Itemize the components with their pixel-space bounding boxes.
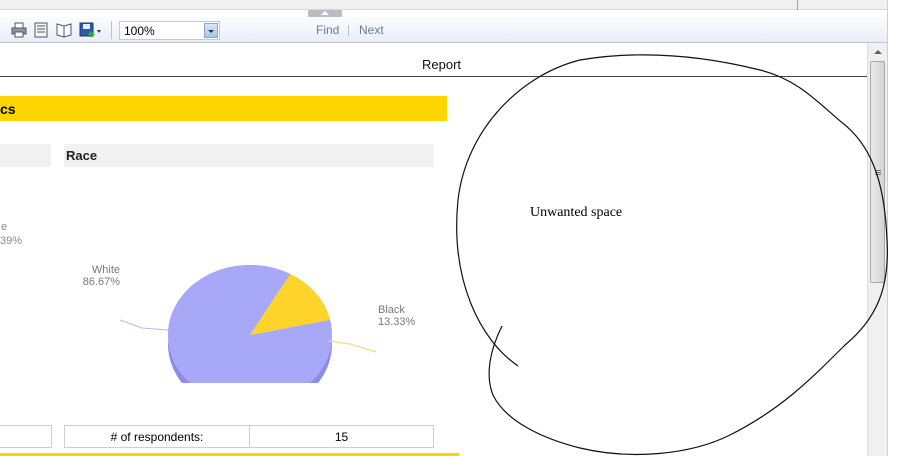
zoom-select[interactable]: 100% xyxy=(119,21,220,40)
pie-label-white: White 86.67% xyxy=(82,264,120,288)
pie-label-white-name: White xyxy=(91,264,120,276)
collapse-grip[interactable] xyxy=(308,10,342,17)
toolbar-separator xyxy=(111,21,112,39)
left-table-cell xyxy=(0,425,52,448)
top-strip-divider xyxy=(797,0,798,10)
find-separator xyxy=(348,25,349,36)
title-rule xyxy=(0,76,867,77)
chevron-up-icon xyxy=(321,11,329,15)
left-column-header xyxy=(0,144,51,167)
section-title: cs xyxy=(0,101,16,117)
printer-icon[interactable] xyxy=(11,22,27,38)
report-title: Report xyxy=(421,57,462,72)
race-header-label: Race xyxy=(66,148,98,163)
annotation-text: Unwanted space xyxy=(530,205,623,220)
left-chart-partial-label: e xyxy=(1,221,8,233)
top-strip xyxy=(0,0,887,10)
thumb-grip-icon xyxy=(875,170,881,171)
race-column-header: Race xyxy=(64,144,434,167)
scroll-up-arrow-icon[interactable] xyxy=(868,43,887,60)
leader-line-white xyxy=(119,319,169,331)
pie-label-black-value: 13.33% xyxy=(378,316,416,328)
window-edge xyxy=(887,0,907,456)
zoom-value: 100% xyxy=(124,24,155,38)
report-toolbar: 100% Find Next xyxy=(0,17,887,43)
pie-label-black-name: Black xyxy=(378,304,405,316)
page-setup-icon[interactable] xyxy=(55,22,73,38)
respondents-value: 15 xyxy=(334,430,349,444)
find-link[interactable]: Find xyxy=(316,23,339,37)
report-viewer: Report cs Race e 39% White 86.67% Black … xyxy=(0,43,867,456)
respondents-row: # of respondents: 15 xyxy=(64,425,434,448)
race-pie-chart xyxy=(119,265,377,383)
page-layout-icon[interactable] xyxy=(33,22,49,38)
export-save-icon[interactable] xyxy=(79,22,103,38)
dropdown-arrow-icon[interactable] xyxy=(204,23,218,38)
vertical-scrollbar[interactable] xyxy=(867,43,887,456)
leader-line-black xyxy=(327,340,377,353)
pie-label-white-value: 86.67% xyxy=(82,276,120,288)
left-chart-partial-value: 39% xyxy=(0,235,23,247)
section-band: cs xyxy=(0,96,447,121)
respondents-label: # of respondents: xyxy=(65,426,250,447)
pie-label-black: Black 13.33% xyxy=(378,304,415,328)
next-link[interactable]: Next xyxy=(359,23,384,37)
scroll-thumb[interactable] xyxy=(870,61,885,283)
